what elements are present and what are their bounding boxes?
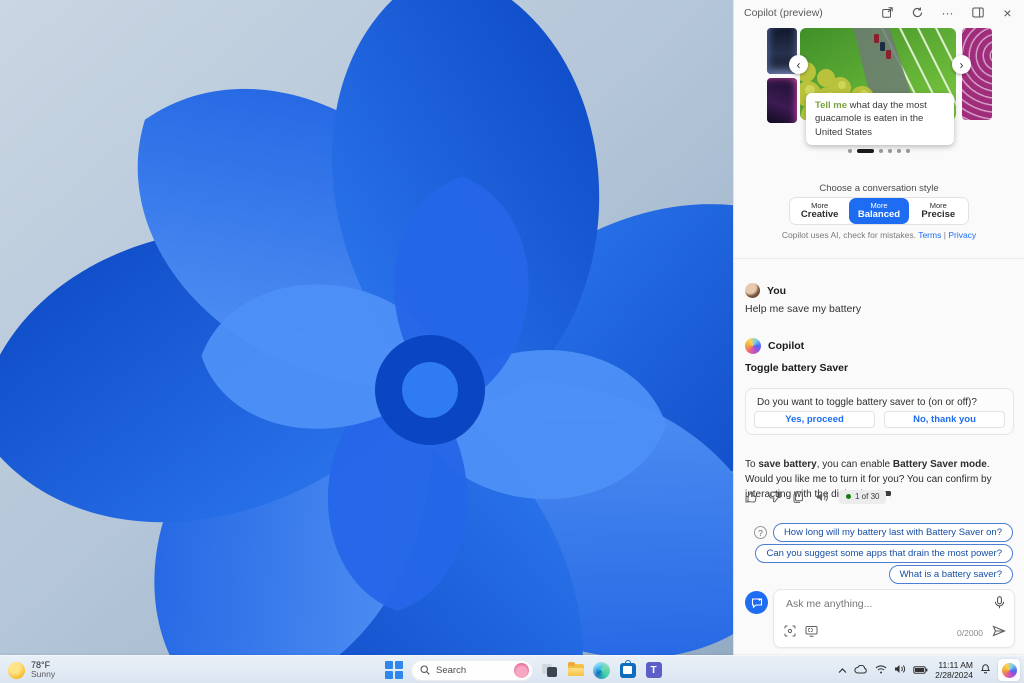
conversation-style-heading: Choose a conversation style xyxy=(734,183,1024,194)
more-options-icon[interactable]: ··· xyxy=(941,6,954,19)
question-mark-icon: ? xyxy=(754,526,767,539)
user-avatar xyxy=(745,283,760,298)
carousel-dots[interactable] xyxy=(734,149,1024,153)
user-message: Help me save my battery xyxy=(745,303,861,315)
screenshot-icon[interactable] xyxy=(805,624,818,642)
style-option-precise[interactable]: More Precise xyxy=(909,198,968,224)
tooltip-highlight: Tell me xyxy=(815,100,847,111)
carousel-image-neon[interactable] xyxy=(767,78,797,124)
battery-icon[interactable] xyxy=(913,661,928,679)
suggestion-row: ? How long will my battery last with Bat… xyxy=(754,523,1013,542)
start-button[interactable] xyxy=(384,660,404,680)
taskbar: 78°F Sunny Search T xyxy=(0,655,1024,683)
carousel-dot-active[interactable] xyxy=(857,149,874,153)
search-placeholder: Search xyxy=(436,665,508,676)
taskbar-center: Search T xyxy=(384,656,663,683)
user-identity-row: You xyxy=(745,283,786,298)
yes-proceed-button[interactable]: Yes, proceed xyxy=(754,411,875,428)
character-counter: 0/2000 xyxy=(957,628,983,638)
suggestion-chip[interactable]: How long will my battery last with Batte… xyxy=(773,523,1013,542)
chat-input-box[interactable]: Ask me anything... xyxy=(773,589,1015,648)
response-pagination: 1 of 30 xyxy=(839,490,886,504)
search-icon xyxy=(420,665,430,675)
onedrive-icon[interactable] xyxy=(854,661,868,679)
style-option-balanced[interactable]: More Balanced xyxy=(849,198,908,224)
file-explorer-button[interactable] xyxy=(566,661,585,680)
carousel-next-button[interactable]: › xyxy=(952,55,971,74)
pane-title: Copilot (preview) xyxy=(744,7,823,19)
carousel-side-image-right[interactable] xyxy=(962,28,992,120)
copilot-logo-icon xyxy=(745,338,761,354)
suggestion-chip[interactable]: What is a battery saver? xyxy=(889,565,1013,584)
thumbs-up-icon[interactable] xyxy=(743,489,758,504)
add-image-icon[interactable] xyxy=(784,624,796,642)
clock[interactable]: 11:11 AM 2/28/2024 xyxy=(935,660,973,680)
teams-button[interactable]: T xyxy=(644,661,663,680)
chat-divider xyxy=(734,258,1024,259)
system-tray: 11:11 AM 2/28/2024 xyxy=(838,656,1020,683)
copilot-icon xyxy=(1002,663,1017,678)
carousel-dot[interactable] xyxy=(848,149,852,153)
privacy-link[interactable]: Privacy xyxy=(948,230,976,240)
dialog-question: Do you want to toggle battery saver to (… xyxy=(757,397,977,408)
suggestion-row: What is a battery saver? xyxy=(889,565,1013,584)
send-icon[interactable] xyxy=(992,624,1006,642)
suggestion-chip[interactable]: Can you suggest some apps that drain the… xyxy=(755,544,1013,563)
refresh-icon[interactable] xyxy=(911,6,924,19)
no-thank-you-button[interactable]: No, thank you xyxy=(884,411,1005,428)
edge-browser-button[interactable] xyxy=(592,661,611,680)
task-view-button[interactable] xyxy=(540,661,559,680)
microphone-icon[interactable] xyxy=(994,596,1005,614)
new-topic-button[interactable] xyxy=(745,591,768,614)
user-label: You xyxy=(767,285,786,297)
bot-response-heading: Toggle battery Saver xyxy=(745,362,848,374)
tray-time: 11:11 AM xyxy=(935,660,973,670)
desktop-wallpaper xyxy=(0,0,733,655)
carousel-dot[interactable] xyxy=(879,149,883,153)
screen: Copilot (preview) ··· xyxy=(0,0,1024,683)
close-icon[interactable]: × xyxy=(1001,6,1014,19)
copilot-taskbar-button[interactable] xyxy=(998,659,1020,681)
carousel-suggestion-tooltip[interactable]: Tell me what day the most guacamole is e… xyxy=(806,93,954,145)
carousel-side-images-left[interactable] xyxy=(767,28,797,123)
topographic-pattern xyxy=(962,28,992,120)
copy-icon[interactable] xyxy=(791,489,806,504)
copilot-identity-row: Copilot xyxy=(745,338,804,354)
status-dot xyxy=(846,494,851,499)
open-in-new-window-icon[interactable] xyxy=(881,6,894,19)
notification-bell-icon[interactable] xyxy=(980,661,991,679)
feedback-toolbar: 1 of 30 xyxy=(743,489,886,504)
copilot-titlebar: Copilot (preview) ··· xyxy=(734,0,1024,25)
microsoft-store-button[interactable] xyxy=(618,661,637,680)
volume-icon[interactable] xyxy=(894,661,906,679)
sun-icon xyxy=(8,662,25,679)
conversation-style-picker: More Creative More Balanced More Precise xyxy=(789,197,969,225)
weather-widget[interactable]: 78°F Sunny xyxy=(8,656,55,683)
dock-sidebar-icon[interactable] xyxy=(971,6,984,19)
hidden-icons-chevron[interactable] xyxy=(838,661,847,679)
thumbs-down-icon[interactable] xyxy=(767,489,782,504)
tray-date: 2/28/2024 xyxy=(935,670,973,680)
carousel-dot[interactable] xyxy=(897,149,901,153)
suggestion-row: Can you suggest some apps that drain the… xyxy=(755,544,1013,563)
copilot-pane: Copilot (preview) ··· xyxy=(733,0,1024,655)
carousel-dot[interactable] xyxy=(906,149,910,153)
weather-condition: Sunny xyxy=(31,670,55,680)
composer-toolbar: 0/2000 xyxy=(784,624,1006,642)
carousel-prev-button[interactable]: ‹ xyxy=(789,55,808,74)
carousel-dot[interactable] xyxy=(888,149,892,153)
copilot-label: Copilot xyxy=(768,340,804,352)
wifi-icon[interactable] xyxy=(875,661,887,679)
style-option-creative[interactable]: More Creative xyxy=(790,198,849,224)
terms-link[interactable]: Terms xyxy=(918,230,941,240)
battery-saver-dialog: Do you want to toggle battery saver to (… xyxy=(745,388,1014,435)
ai-disclaimer: Copilot uses AI, check for mistakes. Ter… xyxy=(734,230,1024,240)
bloom-wallpaper-art xyxy=(0,0,733,655)
read-aloud-icon[interactable] xyxy=(815,489,830,504)
search-highlight-image xyxy=(514,663,529,678)
search-box[interactable]: Search xyxy=(411,660,533,681)
chat-input-placeholder[interactable]: Ask me anything... xyxy=(786,598,872,610)
